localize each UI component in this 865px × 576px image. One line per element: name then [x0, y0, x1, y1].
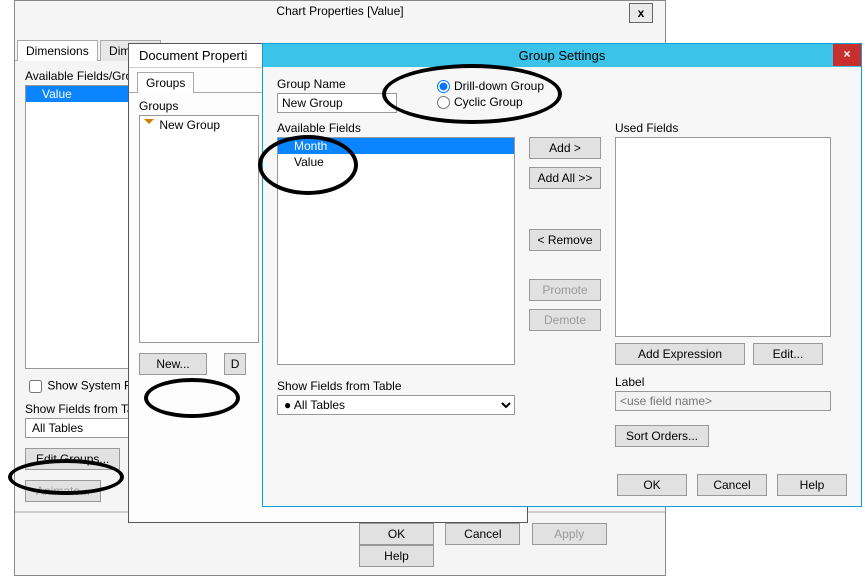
- help-button[interactable]: Help: [359, 545, 434, 567]
- cyclic-label: Cyclic Group: [454, 95, 523, 109]
- available-fields-label: Available Fields: [277, 121, 515, 135]
- used-fields-label: Used Fields: [615, 121, 831, 135]
- sort-orders-button[interactable]: Sort Orders...: [615, 425, 709, 447]
- edit-groups-button[interactable]: Edit Groups...: [25, 448, 120, 470]
- drill-down-label: Drill-down Group: [454, 79, 544, 93]
- close-icon[interactable]: x: [629, 3, 653, 23]
- tab-groups[interactable]: Groups: [137, 72, 194, 93]
- cyclic-radio[interactable]: [437, 96, 450, 109]
- label-label: Label: [615, 375, 831, 389]
- delete-button[interactable]: D: [224, 353, 247, 375]
- drill-down-radio[interactable]: [437, 80, 450, 93]
- used-fields-list[interactable]: [615, 137, 831, 337]
- animate-button[interactable]: Animate...: [25, 480, 101, 502]
- list-item[interactable]: Value: [278, 154, 514, 170]
- available-fields-list[interactable]: Month Value: [277, 137, 515, 365]
- cancel-button[interactable]: Cancel: [445, 523, 520, 545]
- show-system-fields-checkbox[interactable]: [29, 380, 42, 393]
- tables-dropdown[interactable]: ● All Tables: [277, 395, 515, 415]
- list-item[interactable]: New Group: [140, 116, 258, 134]
- close-icon[interactable]: ×: [833, 44, 861, 66]
- group-settings-window: Group Settings × Group Name Drill-down G…: [262, 43, 862, 507]
- add-expression-button[interactable]: Add Expression: [615, 343, 745, 365]
- ok-button[interactable]: OK: [359, 523, 434, 545]
- demote-button[interactable]: Demote: [529, 309, 601, 331]
- group-name-label: Group Name: [277, 77, 397, 91]
- promote-button[interactable]: Promote: [529, 279, 601, 301]
- help-button[interactable]: Help: [777, 474, 847, 496]
- drill-group-icon: [144, 119, 154, 129]
- window-title: Chart Properties [Value]: [15, 1, 665, 21]
- apply-button[interactable]: Apply: [532, 523, 607, 545]
- add-button[interactable]: Add >: [529, 137, 601, 159]
- new-button[interactable]: New...: [139, 353, 207, 375]
- window-title: Group Settings: [263, 44, 861, 67]
- label-input[interactable]: [615, 391, 831, 411]
- tab-dimensions[interactable]: Dimensions: [17, 40, 98, 61]
- list-item[interactable]: Month: [278, 138, 514, 154]
- dialog-buttons: OK Cancel Help: [617, 474, 847, 496]
- group-name: New Group: [159, 118, 220, 132]
- remove-button[interactable]: < Remove: [529, 229, 601, 251]
- add-all-button[interactable]: Add All >>: [529, 167, 601, 189]
- edit-button[interactable]: Edit...: [753, 343, 823, 365]
- group-name-input[interactable]: [277, 93, 397, 113]
- cancel-button[interactable]: Cancel: [697, 474, 767, 496]
- groups-list[interactable]: New Group: [139, 115, 259, 343]
- ok-button[interactable]: OK: [617, 474, 687, 496]
- show-fields-from-table-label: Show Fields from Table: [277, 379, 515, 393]
- show-system-fields-label: Show System Fi: [47, 379, 134, 393]
